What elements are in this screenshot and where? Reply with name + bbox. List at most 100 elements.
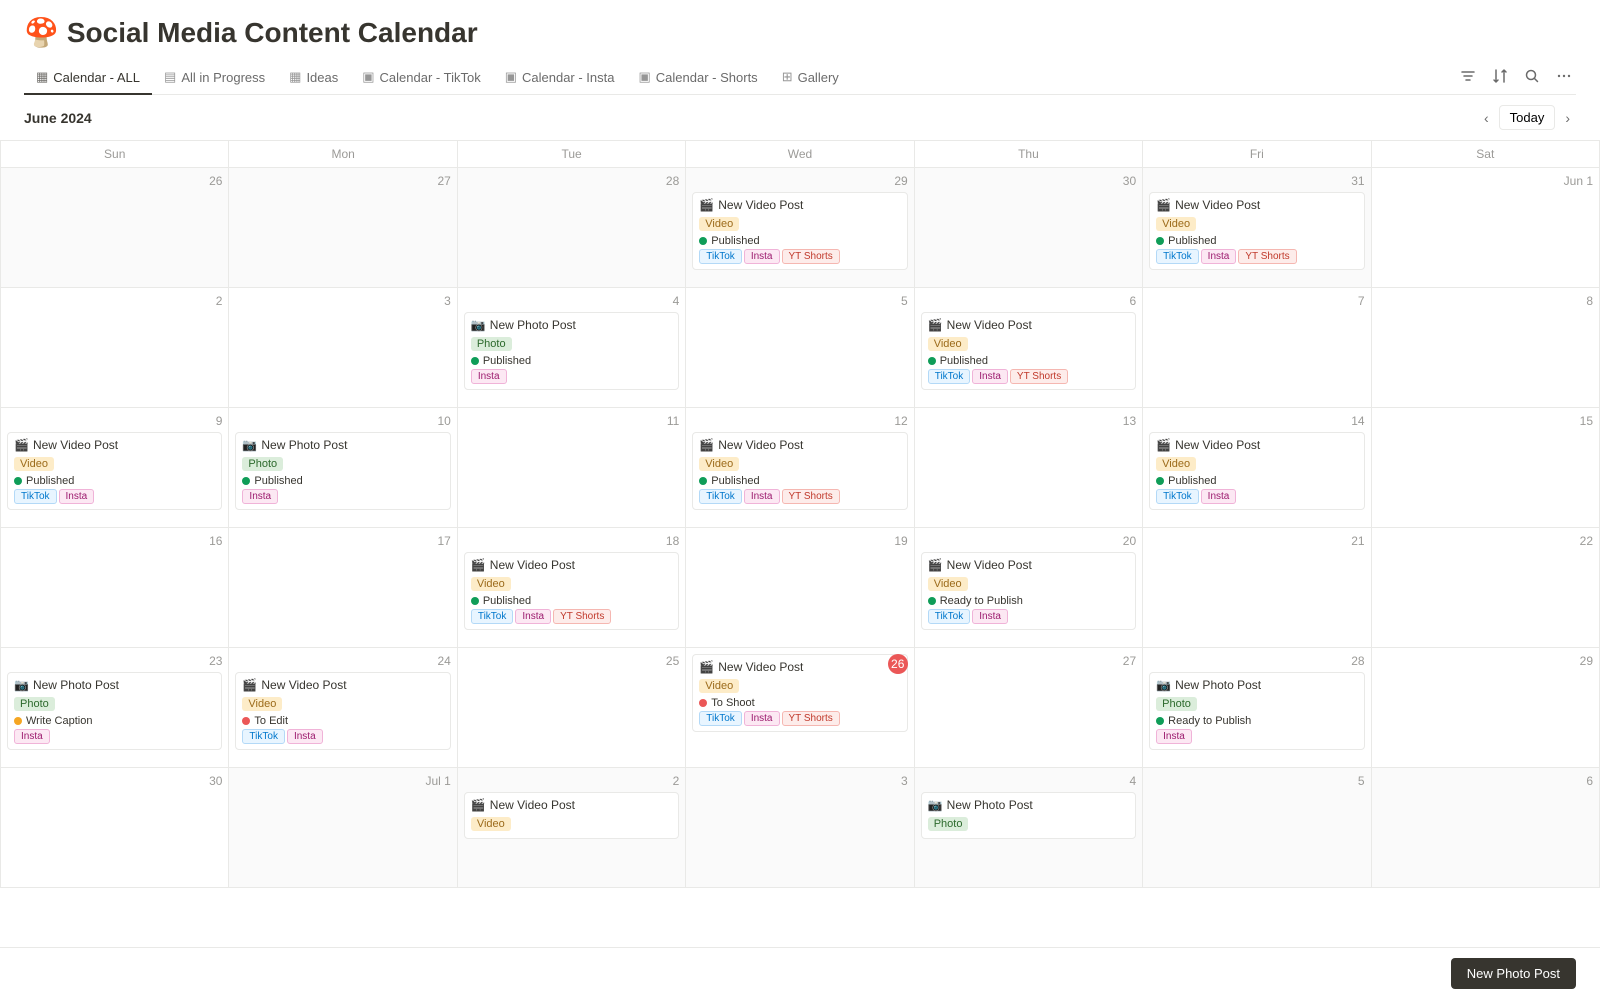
tab-label-calendar-tiktok: Calendar - TikTok (380, 70, 481, 85)
day-number: 8 (1378, 294, 1593, 308)
filter-icon[interactable] (1456, 64, 1480, 91)
calendar-card[interactable]: 🎬 New Video Post Video To Shoot TikTokIn… (692, 654, 907, 732)
status-dot (928, 357, 936, 365)
day-number: 29 (1378, 654, 1593, 668)
calendar-card[interactable]: 🎬 New Video Post Video Published TikTokI… (464, 552, 679, 630)
sort-icon[interactable] (1488, 64, 1512, 91)
type-tag: Video (1156, 457, 1196, 471)
calendar-card[interactable]: 📷 New Photo Post Photo Published Insta (235, 432, 450, 510)
platform-tags: TikTokInstaYT Shorts (699, 489, 900, 504)
day-number: 4 (921, 774, 1136, 788)
day-cell: 29 (1372, 648, 1600, 768)
more-icon[interactable] (1552, 64, 1576, 91)
day-header-mon: Mon (229, 141, 457, 168)
platform-tag: Insta (744, 489, 780, 504)
card-title-text: New Video Post (1175, 438, 1260, 452)
day-cell: 26 🎬 New Video Post Video To Shoot TikTo… (686, 648, 914, 768)
calendar-card[interactable]: 🎬 New Video Post Video Published TikTokI… (921, 312, 1136, 390)
card-emoji: 📷 (471, 318, 486, 332)
day-cell: 20 🎬 New Video Post Video Ready to Publi… (915, 528, 1143, 648)
type-tag: Photo (14, 697, 55, 711)
day-header-thu: Thu (915, 141, 1143, 168)
platform-tag: YT Shorts (782, 711, 840, 726)
card-title-text: New Photo Post (490, 318, 576, 332)
status-row: Ready to Publish (928, 595, 1129, 607)
tab-label-all-in-progress: All in Progress (181, 70, 265, 85)
tab-calendar-all[interactable]: ▦Calendar - ALL (24, 61, 152, 95)
calendar-controls: June 2024 ‹ Today › (0, 95, 1600, 140)
day-cell: 27 (915, 648, 1143, 768)
calendar-card[interactable]: 🎬 New Video Post Video Published TikTokI… (1149, 192, 1364, 270)
tab-gallery[interactable]: ⊞Gallery (770, 61, 851, 95)
calendar-card[interactable]: 🎬 New Video Post Video To Edit TikTokIns… (235, 672, 450, 750)
tab-icon-calendar-tiktok: ▣ (362, 69, 374, 85)
platform-tags: TikTokInstaYT Shorts (699, 249, 900, 264)
platform-tag: YT Shorts (782, 249, 840, 264)
calendar-card[interactable]: 📷 New Photo Post Photo Write Caption Ins… (7, 672, 222, 750)
type-tag-row: Photo (471, 335, 672, 353)
day-cell: 3 (686, 768, 914, 888)
new-photo-post-button[interactable]: New Photo Post (1451, 958, 1576, 989)
tab-calendar-tiktok[interactable]: ▣ Calendar - TikTok (350, 61, 492, 95)
type-tag-row: Video (471, 815, 672, 833)
day-number: 30 (7, 774, 222, 788)
status-label: Published (940, 355, 988, 367)
calendar-card[interactable]: 🎬 New Video Post Video Published TikTokI… (692, 192, 907, 270)
type-tag-row: Video (14, 455, 215, 473)
status-dot (699, 477, 707, 485)
card-emoji: 🎬 (14, 438, 29, 452)
calendar-card[interactable]: 📷 New Photo Post Photo Ready to Publish … (1149, 672, 1364, 750)
type-tag: Video (471, 817, 511, 831)
day-number: Jun 1 (1378, 174, 1593, 188)
day-number: 14 (1149, 414, 1364, 428)
platform-tag: TikTok (1156, 489, 1199, 504)
day-cell: 30 (915, 168, 1143, 288)
status-dot (471, 357, 479, 365)
search-icon[interactable] (1520, 64, 1544, 91)
type-tag: Photo (928, 817, 969, 831)
card-title: 🎬 New Video Post (471, 798, 672, 812)
tab-all-in-progress[interactable]: ▤All in Progress (152, 61, 277, 95)
calendar-card[interactable]: 🎬 New Video Post Video (464, 792, 679, 839)
platform-tag: Insta (972, 609, 1008, 624)
card-title: 📷 New Photo Post (1156, 678, 1357, 692)
calendar-card[interactable]: 🎬 New Video Post Video Ready to Publish … (921, 552, 1136, 630)
calendar-card[interactable]: 📷 New Photo Post Photo Published Insta (464, 312, 679, 390)
calendar-card[interactable]: 🎬 New Video Post Video Published TikTokI… (1149, 432, 1364, 510)
card-title: 🎬 New Video Post (242, 678, 443, 692)
type-tag-row: Photo (928, 815, 1129, 833)
day-header-wed: Wed (686, 141, 914, 168)
calendar-card[interactable]: 🎬 New Video Post Video Published TikTokI… (7, 432, 222, 510)
day-header-sun: Sun (1, 141, 229, 168)
tab-ideas[interactable]: ▦Ideas (277, 61, 350, 95)
type-tag: Video (928, 577, 968, 591)
tab-calendar-insta[interactable]: ▣Calendar - Insta (493, 61, 627, 95)
calendar-card[interactable]: 🎬 New Video Post Video Published TikTokI… (692, 432, 907, 510)
status-label: To Shoot (711, 697, 754, 709)
tab-calendar-shorts[interactable]: ▣Calendar - Shorts (627, 61, 770, 95)
card-title: 🎬 New Video Post (928, 318, 1129, 332)
platform-tag: Insta (1201, 249, 1237, 264)
card-title-text: New Video Post (33, 438, 118, 452)
card-emoji: 🎬 (471, 558, 486, 572)
day-number: Jul 1 (235, 774, 450, 788)
prev-month-button[interactable]: ‹ (1478, 108, 1495, 128)
calendar-grid: SunMonTueWedThuFriSat26272829 🎬 New Vide… (0, 140, 1600, 888)
day-cell: 6 🎬 New Video Post Video Published TikTo… (915, 288, 1143, 408)
next-month-button[interactable]: › (1559, 108, 1576, 128)
card-title-text: New Video Post (947, 318, 1032, 332)
month-label: June 2024 (24, 110, 92, 126)
card-emoji: 🎬 (928, 318, 943, 332)
day-cell: 4 📷 New Photo Post Photo (915, 768, 1143, 888)
nav-tabs: ▦Calendar - ALL▤All in Progress▦Ideas▣Ca… (24, 61, 1576, 95)
day-number: 6 (1378, 774, 1593, 788)
today-button[interactable]: Today (1499, 105, 1556, 130)
platform-tag: Insta (744, 711, 780, 726)
status-label: Published (1168, 235, 1216, 247)
card-title-text: New Photo Post (261, 438, 347, 452)
type-tag: Video (242, 697, 282, 711)
status-row: Published (471, 355, 672, 367)
status-dot (1156, 477, 1164, 485)
calendar-card[interactable]: 📷 New Photo Post Photo (921, 792, 1136, 839)
card-emoji: 📷 (928, 798, 943, 812)
